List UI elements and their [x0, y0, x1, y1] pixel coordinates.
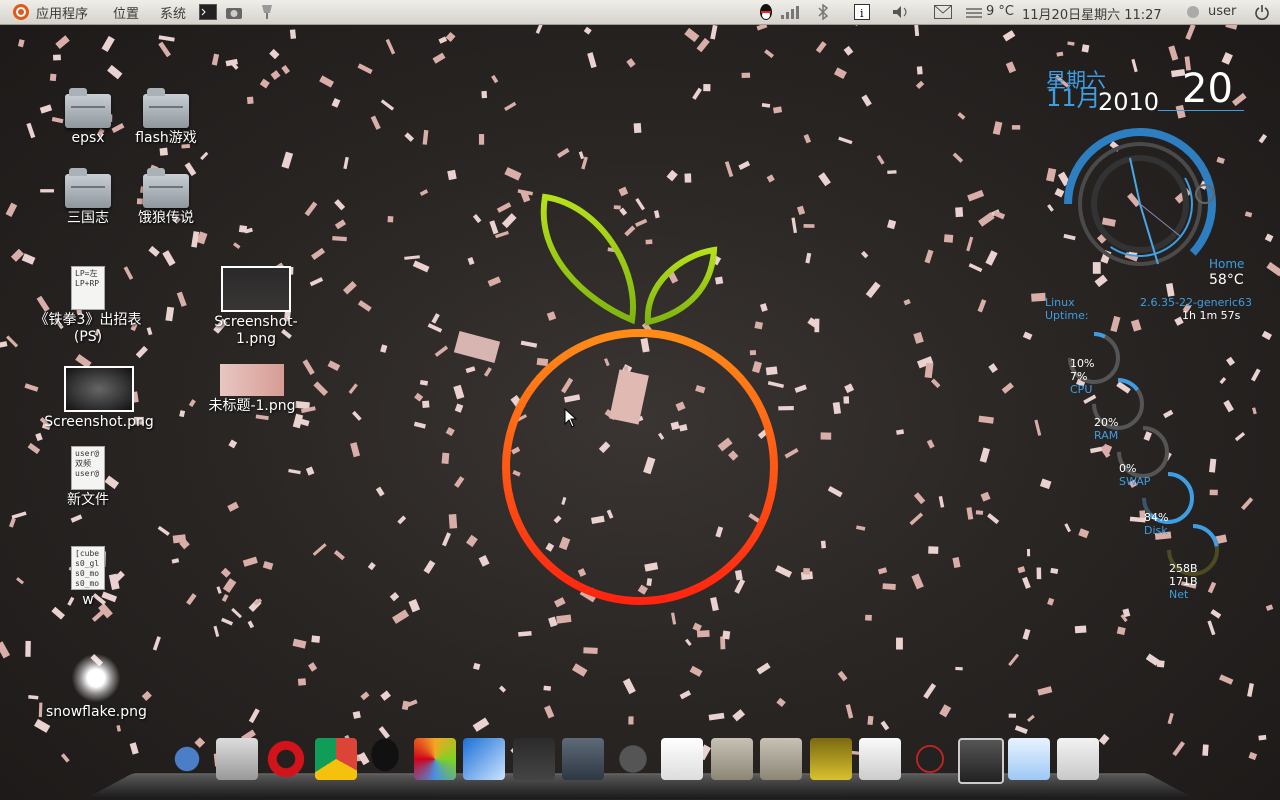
power-icon[interactable]	[1252, 2, 1272, 22]
folder-icon	[143, 168, 189, 208]
mouse-cursor-icon	[564, 408, 578, 428]
cpu-label: CPU	[1070, 383, 1093, 396]
paint-icon[interactable]	[414, 738, 456, 780]
desktop-icon-tekken-moves[interactable]: LP=左 LP+RP 《铁拳3》出招表(PS)	[28, 266, 148, 346]
documents-folder-icon[interactable]	[711, 738, 753, 780]
calendar-year: 2010	[1098, 88, 1160, 116]
disk-label: Disk	[1144, 524, 1168, 537]
swap-label: SWAP	[1119, 475, 1151, 488]
desktop-icon-fatal-fury[interactable]: 饿狼传说	[116, 168, 216, 227]
calendar-day: 20	[1182, 66, 1233, 112]
desktop-icon-new-file[interactable]: user@ 双频 user@ 新文件	[38, 446, 138, 509]
desktop-icon-flash-games[interactable]: flash游戏	[116, 88, 216, 147]
weather-fog-icon[interactable]	[964, 2, 984, 22]
downloads-folder-icon[interactable]	[760, 738, 802, 780]
trash-icon[interactable]	[958, 738, 1004, 784]
icon-label: 未标题-1.png	[208, 398, 296, 414]
user-name[interactable]: user	[1208, 4, 1236, 19]
text-file-icon: [cube s0_gl s0_mo s0_mo	[71, 546, 105, 590]
gimp-icon[interactable]	[612, 738, 654, 780]
folder-icon	[65, 168, 111, 208]
desktop-icon-w[interactable]: [cube s0_gl s0_mo s0_mo w	[38, 546, 138, 609]
opera-icon[interactable]	[265, 738, 307, 780]
clock-icon[interactable]	[909, 738, 951, 780]
desktop-icon-untitled-1[interactable]: 未标题-1.png	[202, 362, 302, 415]
icon-label: flash游戏	[135, 130, 197, 146]
text-file-icon: LP=左 LP+RP	[71, 266, 105, 310]
qq-icon[interactable]	[364, 738, 406, 780]
signal-icon[interactable]	[778, 2, 800, 22]
cpu-value: 10%	[1070, 357, 1095, 370]
desktop-icon-screenshot[interactable]: Screenshot.png	[44, 366, 154, 431]
icon-label: 新文件	[67, 492, 109, 508]
info-icon[interactable]: i	[852, 2, 872, 22]
volume-icon[interactable]	[890, 2, 912, 22]
photo-icon[interactable]	[810, 738, 852, 780]
bluetooth-icon[interactable]	[814, 2, 832, 22]
weather-temperature[interactable]: 9 °C	[986, 4, 1014, 19]
terminal-launcher-icon[interactable]	[198, 2, 218, 22]
menu-places[interactable]: 位置	[113, 3, 139, 22]
menu-applications[interactable]: 应用程序	[36, 3, 88, 22]
net-value: 258B	[1169, 562, 1198, 575]
ubuntu-logo-icon[interactable]	[10, 2, 32, 22]
menu-icon[interactable]	[661, 738, 703, 780]
net-label: Net	[1169, 588, 1189, 601]
window-icon[interactable]	[562, 738, 604, 780]
clock-datetime[interactable]: 11月20日星期六 11:27	[1022, 4, 1162, 23]
lamp-launcher-icon[interactable]	[256, 2, 278, 22]
banknote-image-icon	[220, 364, 284, 396]
text-file-icon: user@ 双频 user@	[71, 446, 105, 490]
kernel-version: 2.6.35-22-generic63	[1140, 296, 1253, 309]
calculator-icon[interactable]	[216, 738, 258, 780]
snowflake-image-icon	[71, 654, 121, 702]
home-label: Home	[1209, 257, 1245, 271]
user-status-icon[interactable]	[1184, 2, 1202, 22]
browser-window-icon[interactable]	[1057, 738, 1099, 780]
desktop-icon-screenshot-1[interactable]: Screenshot-1.png	[198, 266, 314, 348]
ram-label: RAM	[1094, 429, 1119, 442]
terminal-icon[interactable]	[513, 738, 555, 780]
cpu-sub-value: 7%	[1070, 370, 1088, 383]
footprints-icon[interactable]	[166, 738, 208, 780]
calendar-underline	[1158, 110, 1244, 111]
qq-tray-icon[interactable]	[756, 2, 776, 22]
feather-icon[interactable]	[463, 738, 505, 780]
chrome-icon[interactable]	[315, 738, 357, 780]
temperature-value: 58°C	[1209, 272, 1244, 288]
icon-label: snowflake.png	[46, 704, 147, 720]
icon-label: Screenshot-1.png	[214, 314, 298, 347]
icon-label: w	[82, 592, 94, 608]
mail-icon[interactable]	[932, 2, 954, 22]
analog-clock-widget	[1064, 128, 1216, 274]
os-label: Linux	[1045, 296, 1075, 309]
icon-label: 饿狼传说	[138, 210, 194, 226]
qq-window-icon[interactable]	[1008, 738, 1050, 780]
text-editor-icon[interactable]	[859, 738, 901, 780]
swap-value: 0%	[1119, 462, 1137, 475]
ram-value: 20%	[1094, 416, 1119, 429]
svg-text:i: i	[860, 7, 864, 20]
folder-icon	[65, 88, 111, 128]
menu-system[interactable]: 系统	[160, 3, 186, 22]
top-panel: 应用程序 位置 系统 i 9 °C 11月20日星期六 11:27 user	[0, 0, 1280, 25]
image-thumbnail-icon	[64, 366, 134, 412]
calendar-month: 11月	[1046, 84, 1101, 112]
icon-label: Screenshot.png	[44, 414, 154, 430]
image-thumbnail-icon	[221, 266, 291, 312]
icon-label: 《铁拳3》出招表(PS)	[34, 312, 142, 345]
screenshot-launcher-icon[interactable]	[224, 2, 244, 22]
disk-value: 84%	[1144, 511, 1169, 524]
folder-icon	[143, 88, 189, 128]
desktop-icon-snowflake[interactable]: snowflake.png	[46, 654, 147, 721]
net-sub-value: 171B	[1169, 575, 1198, 588]
